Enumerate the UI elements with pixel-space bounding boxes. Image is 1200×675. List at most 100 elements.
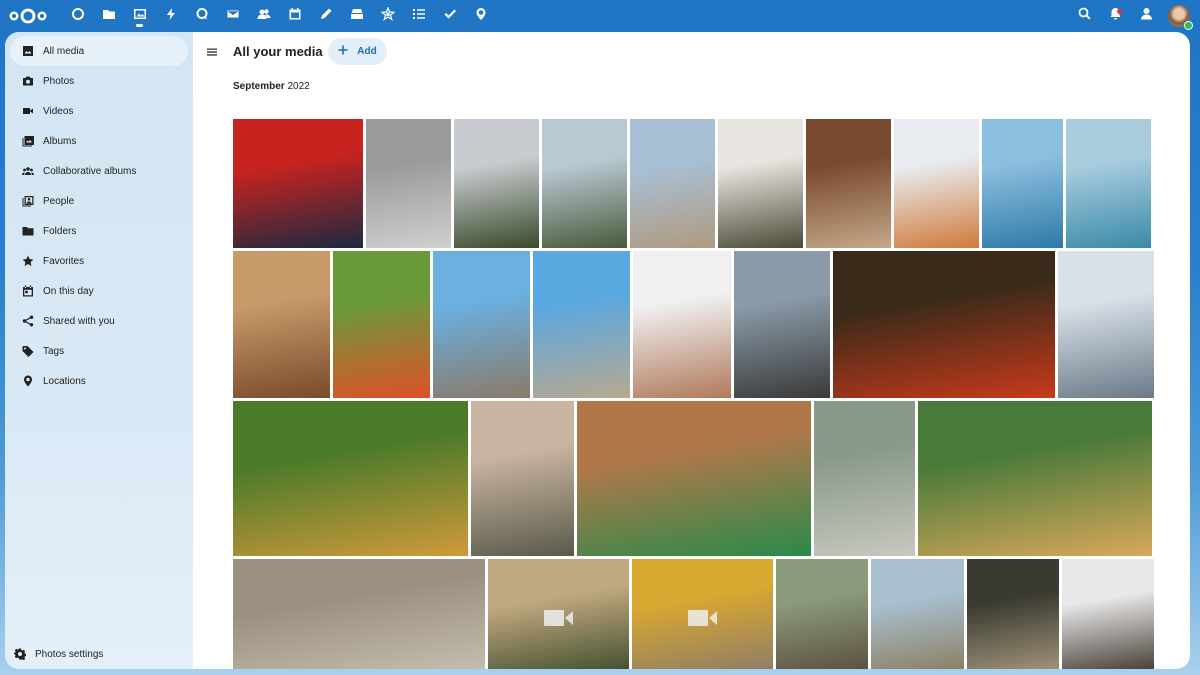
- online-status-icon: [1184, 21, 1193, 30]
- photo-tile[interactable]: [233, 251, 330, 398]
- sidebar-item-label: Favorites: [43, 255, 85, 267]
- sidebar-item-tags[interactable]: Tags: [10, 336, 188, 366]
- app-notes[interactable]: [310, 0, 341, 32]
- photo-tile[interactable]: [454, 119, 539, 248]
- app-window: All media Photos Videos Albums Collabora…: [5, 32, 1190, 669]
- month-heading: September 2022: [233, 81, 310, 92]
- main-content: All your media Add September 2022: [193, 32, 1190, 669]
- app-talk[interactable]: [186, 0, 217, 32]
- sidebar-item-shared-with-you[interactable]: Shared with you: [10, 306, 188, 336]
- folder-icon: [102, 7, 116, 26]
- photo-tile[interactable]: [366, 119, 451, 248]
- photo-tile[interactable]: [967, 559, 1059, 669]
- sidebar-item-favorites[interactable]: Favorites: [10, 246, 188, 276]
- map-pin-icon: [474, 7, 488, 26]
- photo-tile[interactable]: [918, 401, 1152, 556]
- mail-icon: [226, 7, 240, 26]
- app-mail[interactable]: [217, 0, 248, 32]
- photo-tile[interactable]: [718, 119, 803, 248]
- sidebar-item-folders[interactable]: Folders: [10, 216, 188, 246]
- photo-tile[interactable]: [333, 251, 430, 398]
- app-menu: [62, 0, 496, 32]
- sidebar-item-albums[interactable]: Albums: [10, 126, 188, 156]
- sidebar-item-label: All media: [43, 45, 85, 57]
- photo-tile[interactable]: [233, 119, 363, 248]
- sidebar-item-all-media[interactable]: All media: [10, 36, 188, 66]
- hamburger-icon: [206, 45, 218, 62]
- app-maps[interactable]: [465, 0, 496, 32]
- photo-tile[interactable]: [233, 559, 485, 669]
- year-label: 2022: [287, 81, 310, 92]
- photos-settings-button[interactable]: Photos settings: [5, 639, 193, 669]
- app-photos[interactable]: [124, 0, 155, 32]
- app-deck[interactable]: [341, 0, 372, 32]
- photo-tile[interactable]: [814, 401, 915, 556]
- photo-tile[interactable]: [632, 559, 773, 669]
- add-button[interactable]: Add: [328, 38, 387, 65]
- sidebar-item-label: Shared with you: [43, 315, 115, 327]
- settings-label: Photos settings: [35, 648, 104, 660]
- sidebar-navigation: All media Photos Videos Albums Collabora…: [5, 32, 193, 669]
- photo-tile[interactable]: [233, 401, 468, 556]
- photo-tile[interactable]: [1058, 251, 1154, 398]
- sidebar-item-label: Tags: [43, 345, 65, 357]
- app-circles[interactable]: [372, 0, 403, 32]
- notifications-button[interactable]: [1100, 0, 1131, 32]
- photo-tile[interactable]: [806, 119, 891, 248]
- header-right: [1069, 0, 1193, 32]
- folder-icon: [22, 225, 34, 237]
- app-list[interactable]: [403, 0, 434, 32]
- calendar-icon: [288, 7, 302, 26]
- photo-tile[interactable]: [577, 401, 811, 556]
- sidebar-item-on-this-day[interactable]: On this day: [10, 276, 188, 306]
- photo-tile[interactable]: [776, 559, 868, 669]
- image-icon: [22, 45, 34, 57]
- people-icon: [22, 195, 34, 207]
- app-dashboard[interactable]: [62, 0, 93, 32]
- list-icon: [412, 7, 426, 26]
- app-activity[interactable]: [155, 0, 186, 32]
- photo-tile[interactable]: [630, 119, 715, 248]
- share-icon: [22, 315, 34, 327]
- photo-tile[interactable]: [734, 251, 830, 398]
- photo-tile[interactable]: [433, 251, 530, 398]
- photo-tile[interactable]: [1062, 559, 1154, 669]
- contacts-menu-button[interactable]: [1131, 0, 1162, 32]
- photo-tile[interactable]: [533, 251, 630, 398]
- photo-tile[interactable]: [982, 119, 1063, 248]
- video-icon: [22, 105, 34, 117]
- pencil-icon: [319, 7, 333, 26]
- app-tasks[interactable]: [434, 0, 465, 32]
- user-avatar[interactable]: [1168, 5, 1193, 30]
- sidebar-item-photos[interactable]: Photos: [10, 66, 188, 96]
- albums-icon: [22, 135, 34, 147]
- app-files[interactable]: [93, 0, 124, 32]
- month-label: September: [233, 81, 285, 92]
- photo-tile[interactable]: [488, 559, 629, 669]
- gear-icon: [14, 648, 26, 660]
- sidebar-item-label: Photos: [43, 75, 75, 87]
- contacts-menu-icon: [1140, 7, 1153, 25]
- photo-tile[interactable]: [833, 251, 1055, 398]
- photo-tile[interactable]: [894, 119, 979, 248]
- camera-icon: [22, 75, 34, 87]
- sidebar-item-label: Collaborative albums: [43, 165, 137, 177]
- page-title: All your media: [233, 44, 323, 59]
- video-play-icon: [687, 608, 718, 628]
- add-button-label: Add: [357, 46, 377, 57]
- app-contacts[interactable]: [248, 0, 279, 32]
- search-button[interactable]: [1069, 0, 1100, 32]
- app-calendar[interactable]: [279, 0, 310, 32]
- photo-tile[interactable]: [633, 251, 731, 398]
- photo-tile[interactable]: [542, 119, 627, 248]
- photo-tile[interactable]: [471, 401, 574, 556]
- navigation-toggle[interactable]: [206, 45, 218, 57]
- sidebar-item-people[interactable]: People: [10, 186, 188, 216]
- photo-tile[interactable]: [871, 559, 964, 669]
- search-icon: [1078, 7, 1091, 25]
- photo-tile[interactable]: [1066, 119, 1151, 248]
- sidebar-item-locations[interactable]: Locations: [10, 366, 188, 396]
- sidebar-item-videos[interactable]: Videos: [10, 96, 188, 126]
- sidebar-item-collaborative-albums[interactable]: Collaborative albums: [10, 156, 188, 186]
- nextcloud-logo[interactable]: [9, 7, 47, 25]
